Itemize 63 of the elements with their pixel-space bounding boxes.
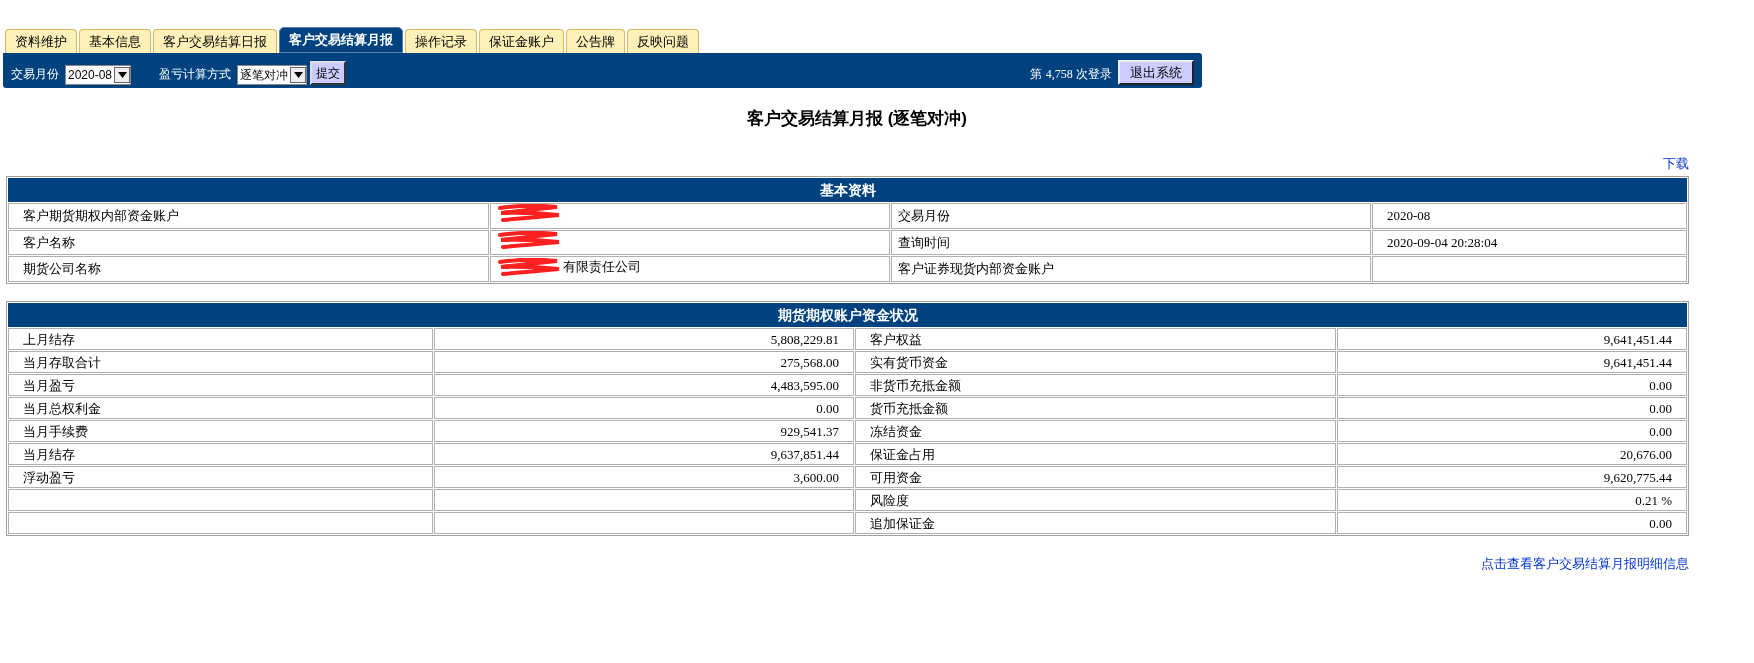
table-cell: 0.00	[1337, 420, 1687, 443]
table-cell: 有限责任公司	[490, 256, 890, 283]
table-cell: 客户权益	[855, 328, 1336, 351]
nav-tab[interactable]: 反映问题	[627, 29, 699, 53]
table-cell: 客户证券现货内部资金账户	[891, 256, 1371, 283]
table-cell: 0.21 %	[1337, 489, 1687, 512]
table-cell: 客户期货期权内部资金账户	[8, 203, 489, 229]
table-cell: 浮动盈亏	[8, 466, 433, 489]
submit-button[interactable]: 提交	[310, 61, 347, 85]
table-cell: 2020-09-04 20:28:04	[1372, 229, 1687, 255]
table-cell: 当月结存	[8, 443, 433, 466]
table-cell: 当月手续费	[8, 420, 433, 443]
table-cell: 上月结存	[8, 328, 433, 351]
section-header: 基本资料	[8, 178, 1687, 202]
table-cell: 实有货币资金	[855, 351, 1336, 374]
logout-button[interactable]: 退出系统	[1118, 60, 1194, 85]
table-cell: 275,568.00	[434, 351, 854, 374]
table-cell: 当月总权利金	[8, 397, 433, 420]
table-cell: 交易月份	[891, 203, 1371, 229]
login-count-text: 第 4,758 次登录	[1030, 66, 1112, 83]
report-title: 客户交易结算月报 (逐笔对冲)	[746, 108, 967, 130]
nav-tab[interactable]: 资料维护	[5, 29, 77, 53]
month-label: 交易月份	[11, 66, 59, 83]
table-cell: 0.00	[434, 397, 854, 420]
table-cell: 2020-08	[1372, 203, 1687, 229]
table-cell: 9,641,451.44	[1337, 351, 1687, 374]
table-cell: 5,808,229.81	[434, 328, 854, 351]
table-cell: 查询时间	[891, 229, 1371, 255]
table-cell: 0.00	[1337, 397, 1687, 420]
table-cell: 0.00	[1337, 374, 1687, 397]
month-select[interactable]: 2020-08	[65, 65, 132, 85]
table-cell: 9,641,451.44	[1337, 328, 1687, 351]
download-link[interactable]: 下载	[1663, 153, 1689, 173]
table-cell: 20,676.00	[1337, 443, 1687, 466]
table-cell: 当月存取合计	[8, 351, 433, 374]
nav-tab[interactable]: 保证金账户	[479, 29, 564, 53]
table-cell: 冻结资金	[855, 420, 1336, 443]
table-cell: 当月盈亏	[8, 374, 433, 397]
table-cell: 客户名称	[8, 229, 489, 255]
dropdown-arrow-icon	[293, 72, 303, 78]
nav-tab[interactable]: 操作记录	[405, 29, 477, 53]
table-cell: 风险度	[855, 489, 1336, 512]
nav-tab[interactable]: 公告牌	[566, 29, 625, 53]
section-header: 期货期权账户资金状况	[8, 303, 1687, 328]
method-label: 盈亏计算方式	[159, 66, 232, 83]
table-cell: 非货币充抵金额	[855, 374, 1336, 397]
nav-tab[interactable]: 基本信息	[79, 29, 151, 53]
table-cell: 929,541.37	[434, 420, 854, 443]
table-cell: 追加保证金	[855, 512, 1336, 535]
table-cell: 可用资金	[855, 466, 1336, 489]
table-cell: 3,600.00	[434, 466, 854, 489]
table-cell: 0.00	[1337, 512, 1687, 535]
table-cell: 期货公司名称	[8, 256, 489, 283]
table-cell: 货币充抵金额	[855, 397, 1336, 420]
method-select[interactable]: 逐笔对冲	[237, 65, 308, 85]
nav-tab[interactable]: 客户交易结算日报	[153, 29, 277, 53]
table-cell: 9,620,775.44	[1337, 466, 1687, 489]
nav-tab[interactable]: 客户交易结算月报	[279, 27, 403, 53]
detail-link[interactable]: 点击查看客户交易结算月报明细信息	[1481, 554, 1689, 574]
table-cell: 9,637,851.44	[434, 443, 854, 466]
table-cell: 4,483,595.00	[434, 374, 854, 397]
table-cell: 保证金占用	[855, 443, 1336, 466]
dropdown-arrow-icon	[117, 72, 127, 78]
